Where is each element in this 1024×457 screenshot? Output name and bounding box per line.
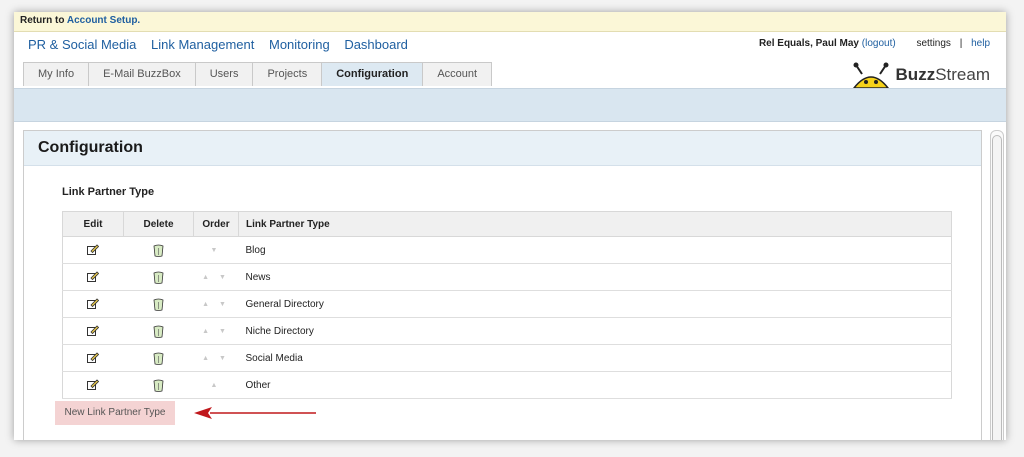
page-title: Configuration	[38, 139, 143, 156]
table-row: ▲ ▼ Social Media	[62, 344, 952, 372]
order-arrows[interactable]: ▲ ▼	[193, 290, 239, 318]
header: PR & Social Media Link Management Monito…	[14, 32, 1006, 88]
scrollbar-thumb[interactable]	[992, 135, 1002, 440]
settings-link[interactable]: settings	[916, 38, 950, 49]
brand-name: BuzzStream	[896, 65, 990, 85]
delete-icon[interactable]	[153, 271, 164, 284]
tab-email-buzzbox[interactable]: E-Mail BuzzBox	[88, 62, 196, 86]
edit-icon[interactable]	[87, 352, 100, 364]
delete-icon[interactable]	[153, 379, 164, 392]
link-partner-type-name: Other	[238, 371, 952, 399]
configuration-panel: Configuration Link Partner Type Edit Del…	[23, 130, 982, 440]
header-order: Order	[193, 211, 239, 237]
panel-header: Configuration	[24, 131, 981, 166]
section-title: Link Partner Type	[62, 186, 155, 198]
edit-icon[interactable]	[87, 379, 100, 391]
link-partner-type-table: Edit Delete Order Link Partner Type ▼ Bl…	[62, 211, 952, 399]
nav-pr-social-media[interactable]: PR & Social Media	[28, 37, 136, 52]
main-nav: PR & Social Media Link Management Monito…	[28, 37, 419, 52]
tab-my-info[interactable]: My Info	[23, 62, 90, 86]
link-partner-type-name: Social Media	[238, 344, 952, 372]
nav-dashboard[interactable]: Dashboard	[344, 37, 408, 52]
edit-icon[interactable]	[87, 244, 100, 256]
order-arrows[interactable]: ▲ ▼	[193, 344, 239, 372]
brand-bold: Buzz	[895, 65, 936, 84]
blue-band	[14, 88, 1006, 122]
user-info: Rel Equals, Paul May (logout) settings |…	[759, 38, 990, 49]
browser-frame: Return to Account Setup. PR & Social Med…	[14, 12, 1006, 440]
return-bar: Return to Account Setup.	[14, 12, 1006, 32]
link-partner-type-name: News	[238, 263, 952, 291]
table-row: ▲ ▼ News	[62, 263, 952, 291]
header-link-partner-type: Link Partner Type	[238, 211, 952, 237]
nav-link-management[interactable]: Link Management	[151, 37, 254, 52]
nav-monitoring[interactable]: Monitoring	[269, 37, 330, 52]
tab-bar: My Info E-Mail BuzzBox Users Projects Co…	[23, 62, 493, 86]
order-arrows[interactable]: ▲	[193, 371, 239, 399]
order-arrows[interactable]: ▲ ▼	[193, 263, 239, 291]
edit-icon[interactable]	[87, 298, 100, 310]
bee-icon	[852, 62, 889, 88]
table-row: ▲ ▼ General Directory	[62, 290, 952, 318]
table-row: ▲ ▼ Niche Directory	[62, 317, 952, 345]
link-partner-type-name: Blog	[238, 236, 952, 264]
new-link-partner-type-button[interactable]: New Link Partner Type	[55, 401, 175, 425]
link-partner-type-name: Niche Directory	[238, 317, 952, 345]
return-prefix: Return to	[20, 15, 65, 26]
help-link[interactable]: help	[971, 38, 990, 49]
brand-rest: Stream	[935, 65, 990, 84]
logout-link[interactable]: (logout)	[862, 38, 896, 49]
order-arrows[interactable]: ▲ ▼	[193, 317, 239, 345]
tab-users[interactable]: Users	[194, 62, 254, 86]
buzzstream-logo: BuzzStream	[850, 62, 990, 88]
delete-icon[interactable]	[153, 298, 164, 311]
delete-icon[interactable]	[153, 325, 164, 338]
edit-icon[interactable]	[87, 271, 100, 283]
edit-icon[interactable]	[87, 325, 100, 337]
header-edit: Edit	[62, 211, 124, 237]
user-name: Rel Equals, Paul May	[758, 38, 859, 49]
account-setup-link[interactable]: Account Setup.	[67, 15, 140, 26]
order-arrows[interactable]: ▼	[193, 236, 239, 264]
tab-account[interactable]: Account	[422, 62, 493, 86]
header-delete: Delete	[123, 211, 194, 237]
link-partner-type-name: General Directory	[238, 290, 952, 318]
annotation-arrow-icon	[194, 407, 316, 419]
vertical-scrollbar[interactable]	[990, 130, 1004, 440]
tab-configuration[interactable]: Configuration	[321, 62, 424, 86]
separator: |	[959, 38, 963, 49]
delete-icon[interactable]	[153, 244, 164, 257]
table-row: ▼ Blog	[62, 236, 952, 264]
table-row: ▲ Other	[62, 371, 952, 399]
tab-projects[interactable]: Projects	[252, 62, 323, 86]
delete-icon[interactable]	[153, 352, 164, 365]
